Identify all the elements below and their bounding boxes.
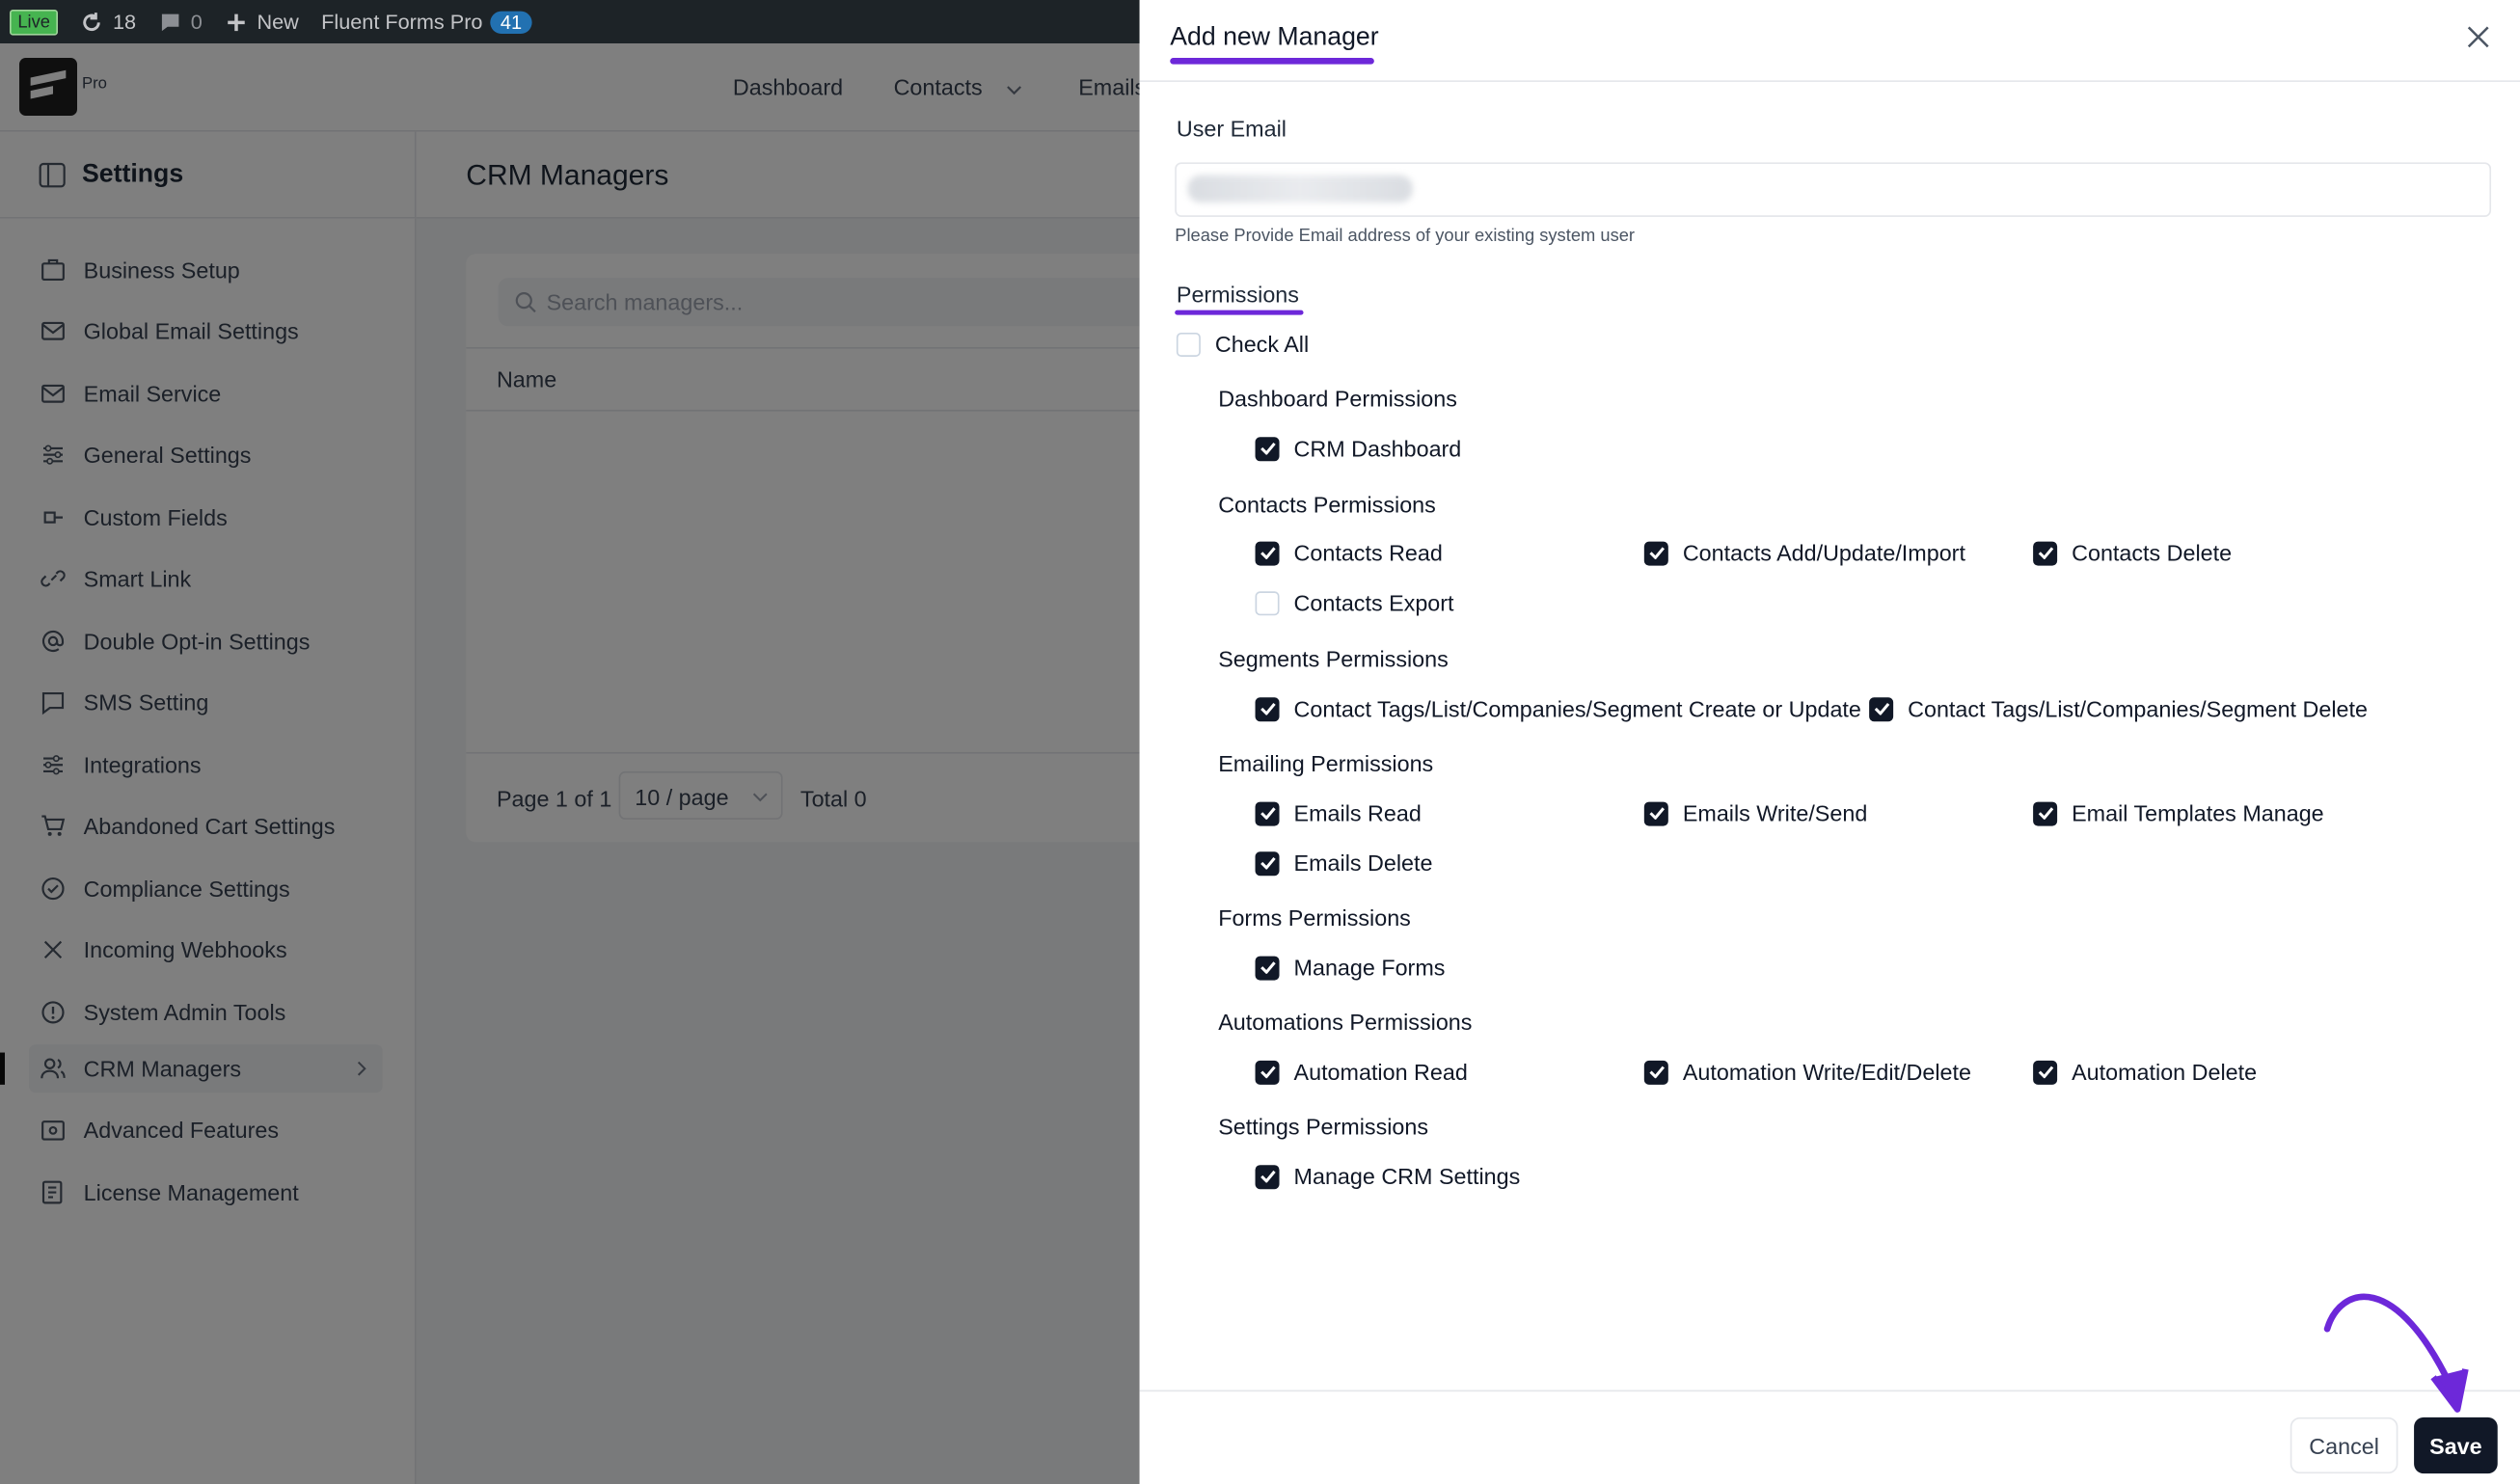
perm-segment-delete[interactable]: Contact Tags/List/Companies/Segment Dele… [1869, 695, 2368, 722]
check-icon [1260, 702, 1275, 715]
checkbox-checked [2033, 540, 2058, 565]
checkbox-checked [1869, 696, 1894, 721]
perm-label: Contacts Add/Update/Import [1682, 539, 1965, 566]
perm-label: Contacts Export [1293, 589, 1454, 616]
plugin-label: Fluent Forms Pro [321, 9, 483, 34]
user-email-label: User Email [1176, 115, 1287, 142]
permissions-highlight-underline [1175, 310, 1304, 315]
plus-icon [228, 13, 245, 31]
refresh-icon [83, 12, 101, 31]
comments-count: 0 [190, 9, 203, 34]
redacted-email-value [1187, 175, 1413, 202]
perm-label: Automation Write/Edit/Delete [1682, 1059, 1971, 1085]
checkbox-checked [1255, 1060, 1280, 1085]
updates-count: 18 [112, 9, 137, 34]
drawer-title: Add new Manager [1170, 23, 1379, 52]
checkbox-checked [1255, 436, 1280, 461]
perm-automation-read[interactable]: Automation Read [1255, 1059, 1468, 1085]
new-link[interactable]: New [225, 10, 299, 34]
group-title-contacts: Contacts Permissions [1218, 491, 1436, 518]
checkbox-checked [1255, 850, 1280, 876]
plugin-link[interactable]: Fluent Forms Pro 41 [321, 9, 532, 34]
group-title-settings: Settings Permissions [1218, 1113, 1429, 1140]
check-icon [2037, 547, 2053, 559]
perm-contacts-add-update-import[interactable]: Contacts Add/Update/Import [1643, 539, 1965, 566]
drawer-header: Add new Manager [1139, 0, 2520, 82]
perm-emails-write-send[interactable]: Emails Write/Send [1643, 799, 1868, 826]
perm-label: Automation Read [1293, 1059, 1468, 1085]
perm-email-templates-manage[interactable]: Email Templates Manage [2033, 800, 2324, 826]
comments-link[interactable]: 0 [158, 9, 203, 34]
checkbox-checked [1643, 800, 1668, 825]
checkbox-checked [1255, 800, 1280, 825]
group-title-emailing: Emailing Permissions [1218, 750, 1434, 776]
perm-label: Emails Delete [1293, 850, 1433, 877]
perm-label: Contact Tags/List/Companies/Segment Dele… [1908, 695, 2368, 722]
group-title-dashboard: Dashboard Permissions [1218, 385, 1457, 412]
plugin-count-badge: 41 [490, 10, 532, 34]
perm-label: Contacts Read [1293, 539, 1443, 566]
checkbox-checked [1255, 1164, 1280, 1189]
perm-label: Email Templates Manage [2072, 799, 2324, 826]
checkbox-checked [2033, 800, 2058, 825]
checkbox-checked [1255, 696, 1280, 721]
perm-manage-crm-settings[interactable]: Manage CRM Settings [1255, 1163, 1521, 1190]
perm-label: Contacts Delete [2072, 539, 2233, 566]
perm-label: CRM Dashboard [1293, 435, 1462, 462]
live-badge[interactable]: Live [9, 9, 59, 35]
check-icon [1260, 856, 1275, 870]
updates-link[interactable]: 18 [81, 10, 136, 34]
check-icon [1260, 442, 1275, 455]
perm-contacts-export[interactable]: Contacts Export [1255, 589, 1454, 616]
check-icon [1260, 547, 1275, 559]
perm-manage-forms[interactable]: Manage Forms [1255, 954, 1446, 981]
perm-label: Manage CRM Settings [1293, 1163, 1521, 1190]
check-icon [1260, 961, 1275, 974]
perm-automation-delete[interactable]: Automation Delete [2033, 1059, 2257, 1085]
new-label: New [257, 9, 299, 34]
check-icon [2037, 807, 2053, 820]
check-icon [1260, 1066, 1275, 1079]
close-icon[interactable] [2464, 22, 2493, 51]
perm-label: Manage Forms [1293, 954, 1446, 981]
perm-segment-create-update[interactable]: Contact Tags/List/Companies/Segment Crea… [1255, 695, 1861, 722]
comment-icon [161, 13, 178, 31]
perm-label: Automation Delete [2072, 1059, 2258, 1085]
add-manager-drawer: Add new Manager User Email Please Provid… [1139, 0, 2520, 1484]
check-icon [1260, 807, 1275, 820]
group-title-forms: Forms Permissions [1218, 904, 1411, 931]
check-icon [1648, 1066, 1665, 1079]
perm-automation-write-edit-delete[interactable]: Automation Write/Edit/Delete [1643, 1059, 1971, 1085]
perm-crm-dashboard[interactable]: CRM Dashboard [1255, 435, 1462, 462]
checkbox-checked [1255, 955, 1280, 980]
group-title-segments: Segments Permissions [1218, 645, 1449, 672]
perm-emails-delete[interactable]: Emails Delete [1255, 850, 1433, 877]
checkbox-checked [1255, 540, 1280, 565]
check-icon [1260, 1170, 1275, 1183]
check-icon [1648, 807, 1665, 820]
check-icon [1873, 702, 1889, 715]
check-all-label: Check All [1214, 331, 1310, 357]
checkbox-checked [2033, 1060, 2058, 1085]
check-icon [2037, 1066, 2053, 1079]
permissions-label: Permissions [1176, 281, 1299, 308]
checkbox-checked [1643, 540, 1668, 565]
title-highlight-underline [1170, 57, 1374, 65]
checkbox-checked [1643, 1060, 1668, 1085]
group-title-automations: Automations Permissions [1218, 1009, 1473, 1036]
checkbox-box [1176, 332, 1201, 357]
checkbox-box [1255, 590, 1280, 615]
perm-label: Emails Read [1293, 799, 1422, 826]
perm-contacts-read[interactable]: Contacts Read [1255, 539, 1443, 566]
modal-overlay[interactable] [0, 42, 1142, 1484]
check-icon [1648, 547, 1665, 559]
check-all-checkbox[interactable]: Check All [1176, 331, 1310, 357]
perm-label: Contact Tags/List/Companies/Segment Crea… [1293, 695, 1861, 722]
perm-emails-read[interactable]: Emails Read [1255, 799, 1422, 826]
perm-contacts-delete[interactable]: Contacts Delete [2033, 540, 2232, 566]
annotation-arrow-icon [2323, 1293, 2469, 1413]
email-help-text: Please Provide Email address of your exi… [1175, 226, 1636, 246]
perm-label: Emails Write/Send [1682, 799, 1868, 826]
